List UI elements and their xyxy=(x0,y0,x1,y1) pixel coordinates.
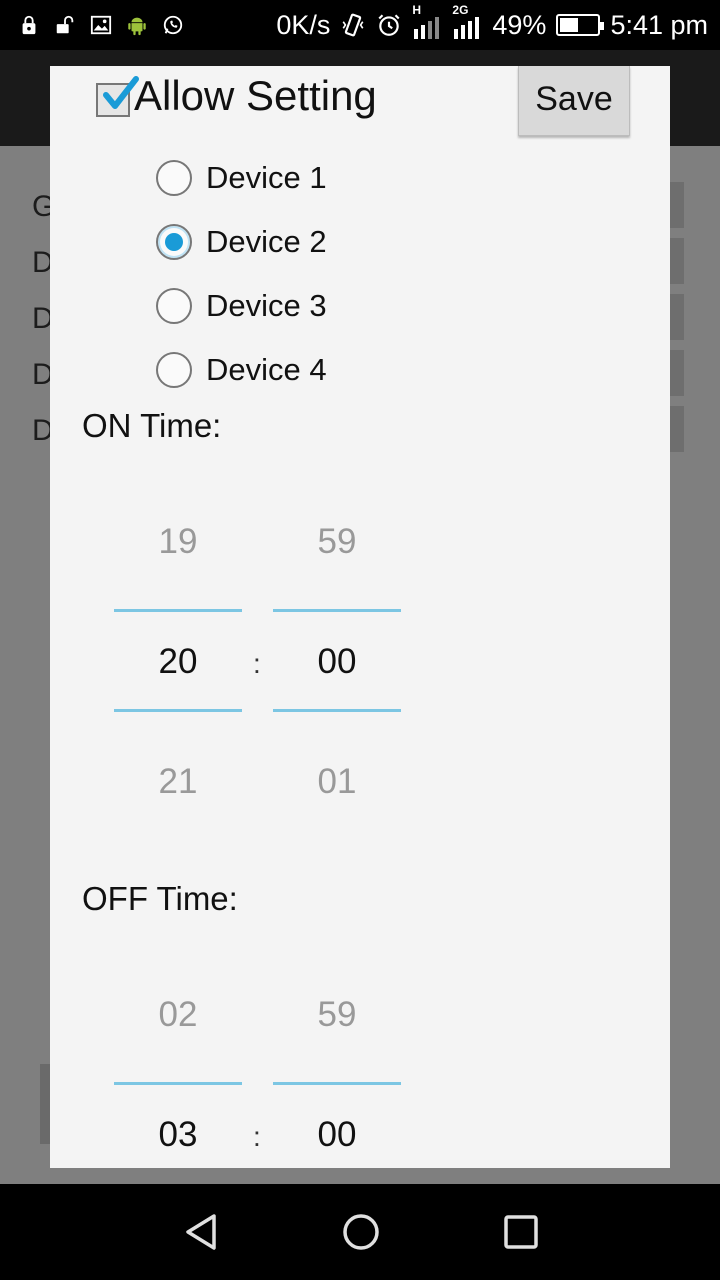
save-button[interactable]: Save xyxy=(518,66,630,136)
status-bar: 0K/s H 2G 49% 5:41 pm xyxy=(0,0,720,50)
network-type-2g: 2G xyxy=(452,3,469,17)
on-minute-picker[interactable]: 00 xyxy=(273,642,401,682)
off-hour-prev[interactable]: 02 xyxy=(114,995,242,1035)
vibrate-icon xyxy=(342,13,364,37)
status-right: 0K/s H 2G 49% 5:41 pm xyxy=(276,0,708,50)
time-separator: : xyxy=(253,1121,261,1152)
off-minute-prev[interactable]: 59 xyxy=(273,995,401,1035)
on-hour-prev[interactable]: 19 xyxy=(114,522,242,562)
whatsapp-icon xyxy=(163,15,183,35)
off-time-label: OFF Time: xyxy=(82,880,238,917)
radio-button[interactable] xyxy=(156,288,192,324)
radio-label: Device 3 xyxy=(206,288,327,323)
signal-bars-icon xyxy=(414,17,440,39)
time-separator: : xyxy=(253,648,261,679)
on-hour-picker[interactable]: 20 xyxy=(114,642,242,682)
lock-icon xyxy=(22,15,36,35)
radio-button[interactable] xyxy=(156,160,192,196)
radio-label: Device 1 xyxy=(206,160,327,195)
picker-divider xyxy=(114,1082,242,1085)
radio-device-3[interactable]: Device 3 xyxy=(156,286,327,326)
off-minute-picker[interactable]: 00 xyxy=(273,1115,401,1155)
on-hour-next[interactable]: 21 xyxy=(114,762,242,802)
radio-button[interactable] xyxy=(156,352,192,388)
net-speed: 0K/s xyxy=(276,9,331,40)
radio-label: Device 2 xyxy=(206,224,327,259)
allow-setting-checkbox[interactable] xyxy=(96,76,139,117)
battery-level xyxy=(560,18,579,32)
recents-icon[interactable] xyxy=(499,1210,543,1254)
on-minute-next[interactable]: 01 xyxy=(273,762,401,802)
alarm-icon xyxy=(378,14,400,36)
picker-divider xyxy=(273,709,401,712)
clock: 5:41 pm xyxy=(610,9,708,40)
home-icon[interactable] xyxy=(339,1210,383,1254)
on-minute-prev[interactable]: 59 xyxy=(273,522,401,562)
signal-2g: 2G xyxy=(452,3,482,41)
battery-percent: 49% xyxy=(492,9,547,40)
on-time-label: ON Time: xyxy=(82,407,222,444)
unlock-icon xyxy=(56,15,74,34)
signal-bars-icon xyxy=(454,17,480,39)
radio-device-1[interactable]: Device 1 xyxy=(156,158,327,198)
off-hour-picker[interactable]: 03 xyxy=(114,1115,242,1155)
navigation-bar xyxy=(0,1184,720,1280)
radio-device-2[interactable]: Device 2 xyxy=(156,222,327,262)
radio-button[interactable] xyxy=(156,224,192,260)
picker-divider xyxy=(114,709,242,712)
battery-icon xyxy=(556,14,605,36)
notification-icons xyxy=(18,0,184,50)
picker-divider xyxy=(273,1082,401,1085)
signal-h: H xyxy=(412,3,442,41)
network-type-h: H xyxy=(412,3,422,17)
radio-device-4[interactable]: Device 4 xyxy=(156,350,327,390)
settings-dialog: Allow Setting Save Device 1 Device 2 Dev… xyxy=(50,66,670,1168)
allow-setting-label: Allow Setting xyxy=(134,72,377,119)
allow-setting-row[interactable]: Allow Setting xyxy=(96,72,377,120)
check-icon xyxy=(103,76,139,109)
android-icon xyxy=(128,17,146,36)
image-icon xyxy=(90,15,112,35)
back-icon[interactable] xyxy=(180,1210,224,1254)
radio-label: Device 4 xyxy=(206,352,327,387)
picker-divider xyxy=(114,609,242,612)
picker-divider xyxy=(273,609,401,612)
